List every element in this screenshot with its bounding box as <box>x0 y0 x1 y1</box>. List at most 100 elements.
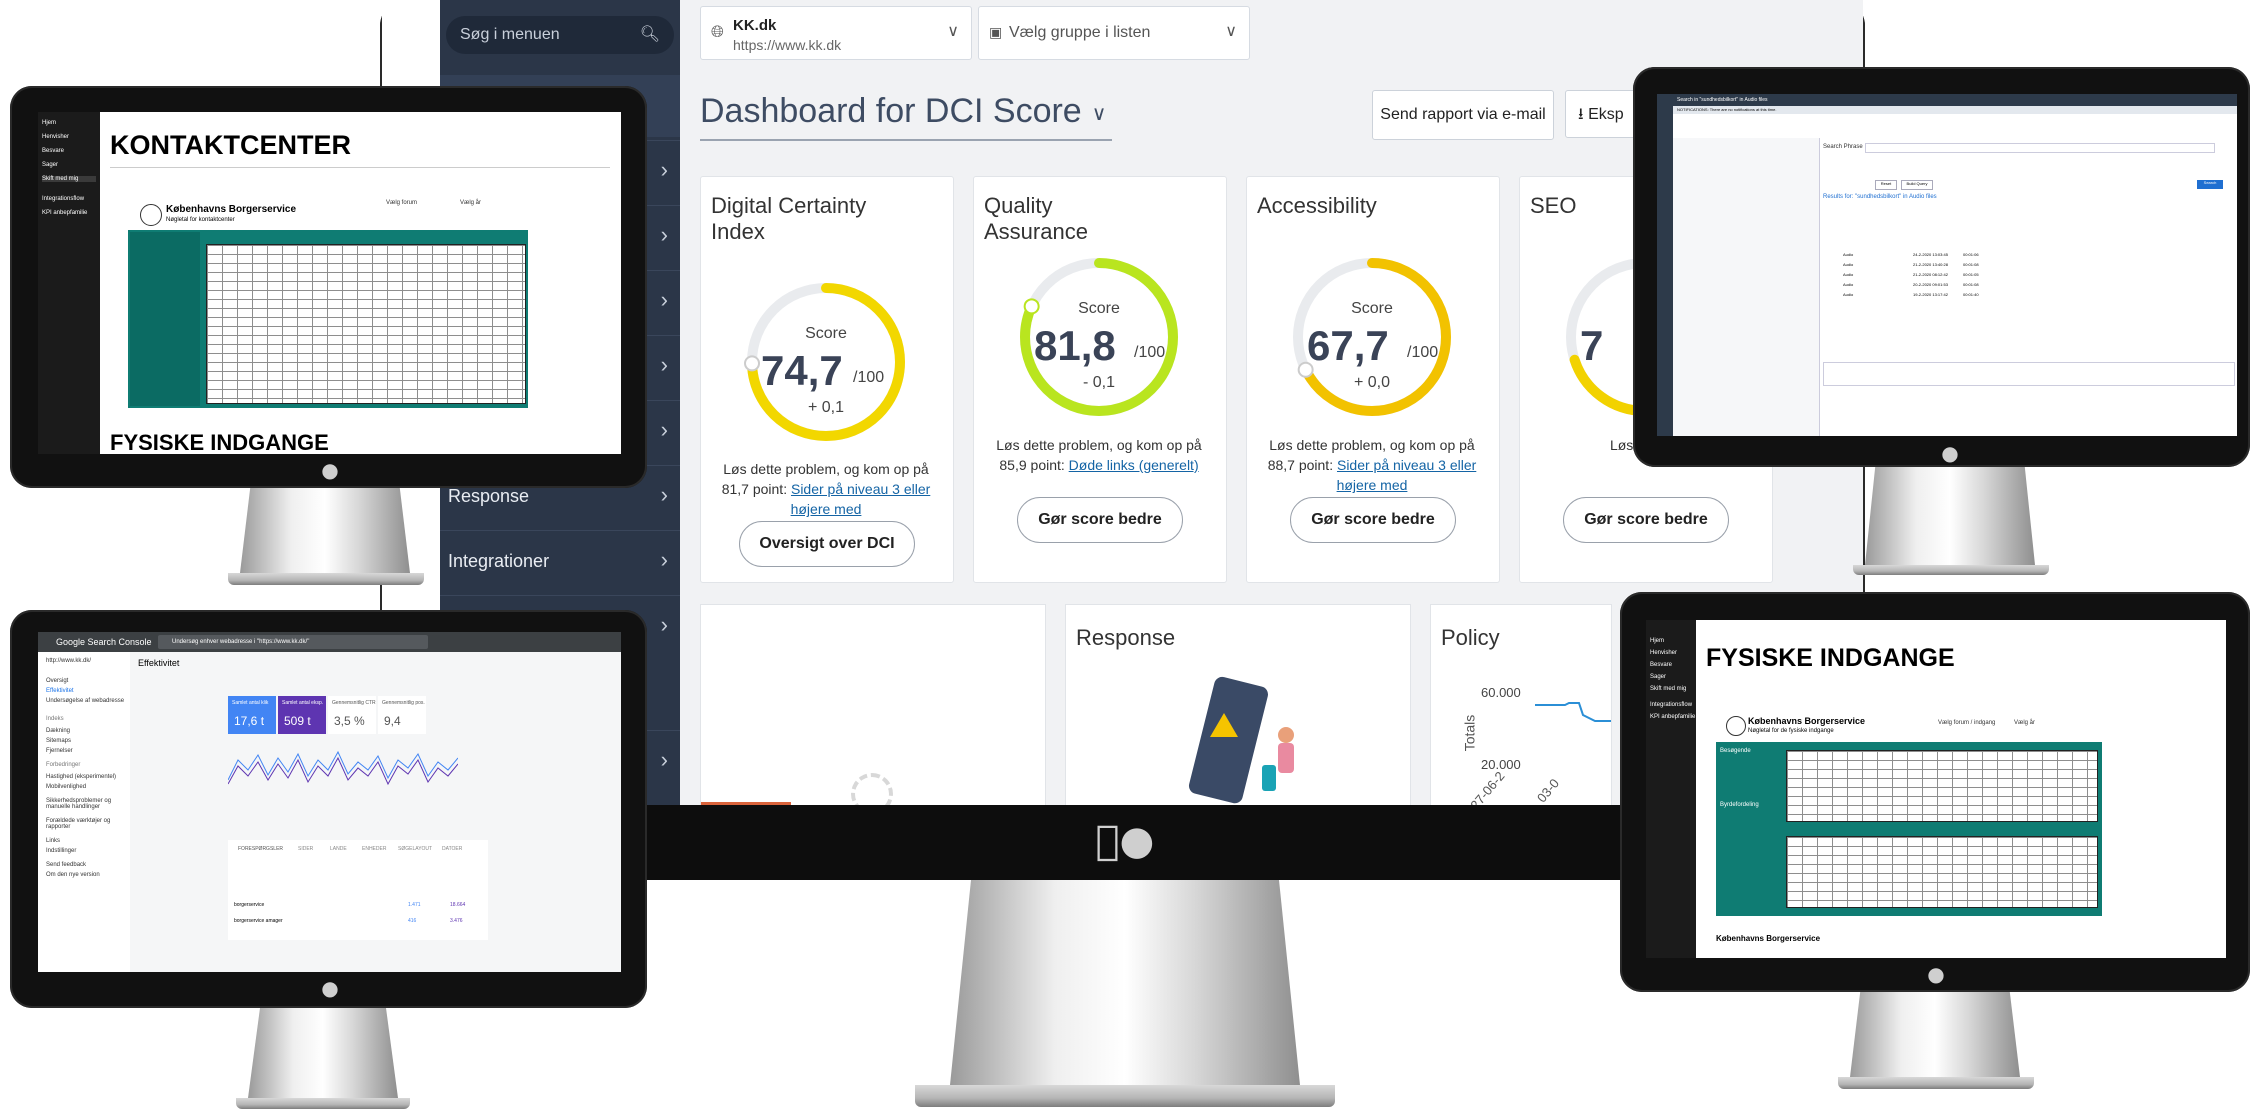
score-label: Score <box>1351 300 1393 317</box>
chevron-right-icon: › <box>660 547 668 572</box>
filter-year[interactable]: Vælg år <box>460 200 481 206</box>
nav-item-active[interactable]: Effektivitet <box>46 688 74 694</box>
apple-logo-icon: ● <box>1941 441 1959 465</box>
apple-logo-icon: ● <box>1096 818 1155 864</box>
menu-item[interactable]: Hjem <box>42 120 56 126</box>
send-report-email-button[interactable]: Send rapport via e-mail <box>1372 90 1554 140</box>
nav-item[interactable]: Hastighed (eksperimentel) <box>46 774 116 780</box>
kpi-value: 9,4 <box>384 714 401 728</box>
menu-item[interactable]: Sager <box>1650 674 1666 680</box>
nav-item[interactable]: Mobilvenlighed <box>46 784 86 790</box>
org-sub: Nøgletal for kontaktcenter <box>166 217 235 223</box>
menu-item[interactable]: Hjem <box>1650 638 1664 644</box>
quality-table <box>1786 836 2098 908</box>
score-max: /100 <box>853 369 885 386</box>
overview-dci-button[interactable]: Oversigt over DCI <box>739 521 915 567</box>
row-clicks: 416 <box>408 918 417 924</box>
nav-item[interactable]: Oversigt <box>46 678 68 684</box>
filter-forum[interactable]: Vælg forum / indgang <box>1938 720 1995 726</box>
sidebar-item-integrationer[interactable]: Integrationer › <box>440 530 680 595</box>
monitor-stand <box>240 488 410 573</box>
chevron-down-icon: ∨ <box>1225 23 1237 40</box>
menu-item[interactable]: Besvare <box>42 148 64 154</box>
queries-table: FORESPØRGSLER SIDER LANDE ENHEDER SØGELA… <box>228 840 488 940</box>
menu-item[interactable]: Henvisher <box>1650 650 1677 656</box>
page-title[interactable]: Dashboard for DCI Score ∨ <box>700 92 1113 141</box>
kpi-section: Byrdefordeling <box>1720 802 1759 808</box>
site-select[interactable]: 🌐︎ KK.dk https://www.kk.dk ∨ <box>700 6 972 60</box>
menu-item[interactable]: Integrationsflow <box>1650 702 1692 708</box>
menu-item[interactable]: Besvare <box>1650 662 1672 668</box>
filter-forum[interactable]: Vælg forum <box>386 200 417 206</box>
filter-year[interactable]: Vælg år <box>2014 720 2035 726</box>
card-title: Response <box>1076 625 1176 650</box>
fix-link[interactable]: Sider på niveau 3 eller højere med <box>1337 457 1477 493</box>
chevron-right-icon: › <box>660 482 668 507</box>
report-document: KONTAKTCENTER Københavns Borgerservice N… <box>100 112 621 454</box>
site-url: https://www.kk.dk <box>733 37 842 53</box>
gsc-main: Effektivitet Samlet antal klik 17,6 t Sam… <box>130 652 621 972</box>
tab-dates[interactable]: DATOER <box>442 846 462 852</box>
search-phrase-input[interactable] <box>1865 143 2215 153</box>
menu-item-active[interactable]: Skift med mig <box>42 176 96 182</box>
group-select[interactable]: ▣ Vælg gruppe i listen ∨ <box>978 6 1250 60</box>
build-query-button[interactable]: Build Query <box>1901 180 1933 190</box>
search-button[interactable]: Search <box>2197 180 2223 189</box>
improve-score-button[interactable]: Gør score bedre <box>1290 497 1456 543</box>
results-title: Results for: "sundhedsbilkort" in Audio … <box>1823 194 1937 200</box>
export-label: Eksp <box>1588 106 1624 123</box>
score-gauge: Score 74,7 /100 + 0,1 <box>741 277 911 447</box>
reset-button[interactable]: Reset <box>1875 180 1897 190</box>
kpi-label: Samlet antal klik <box>232 700 269 706</box>
card-policy: Policy Totals 60.000 20.000 27-06-2 03-0 <box>1430 604 1612 805</box>
kpi-impressions[interactable]: Samlet antal eksp. 509 t <box>278 696 326 734</box>
audio-search-screen: Search in "sundhedsbilkort" in Audio fil… <box>1657 94 2237 436</box>
report-menu: Hjem Henvisher Besvare Sager Skift med m… <box>1646 620 1696 958</box>
tab-queries[interactable]: FORESPØRGSLER <box>238 846 283 852</box>
menu-item[interactable]: Sager <box>42 162 58 168</box>
group-icon: ▣ <box>989 24 1003 40</box>
results-table: Audio 24-2-2020 13:03:45 00:01:06 Audio … <box>1823 252 2233 300</box>
nav-item[interactable]: Indstillinger <box>46 848 76 854</box>
improve-score-button[interactable]: Gør score bedre <box>1017 497 1183 543</box>
nav-item[interactable]: Fjernelser <box>46 748 73 754</box>
gsc-search-input[interactable]: Undersøg enhver webadresse i "https://ww… <box>158 635 428 649</box>
kpi-clicks[interactable]: Samlet antal klik 17,6 t <box>228 696 276 734</box>
audio-timeline[interactable] <box>1823 362 2235 386</box>
nav-item[interactable]: Sikkerhedsproblemer og manuelle handling… <box>46 798 126 810</box>
card-title: Policy <box>1441 625 1500 650</box>
result-type: Audio <box>1843 272 1854 277</box>
menu-item[interactable]: Integrationsflow <box>42 196 84 202</box>
tab-countries[interactable]: LANDE <box>330 846 347 852</box>
site-selector[interactable]: http://www.kk.dk/ <box>46 658 91 664</box>
nav-item[interactable]: Undersøgelse af webadresse <box>46 698 124 704</box>
tab-search-layout[interactable]: SØGELAYOUT <box>398 846 432 852</box>
menu-item[interactable]: Skift med mig <box>1650 686 1686 692</box>
nav-item[interactable]: Send feedback <box>46 862 86 868</box>
nav-item[interactable]: Links <box>46 838 60 844</box>
kpi-section: Besøgende <box>1720 748 1751 754</box>
kpi-ctr[interactable]: Gennemsnitlig CTR 3,5 % <box>328 696 376 734</box>
improve-score-button[interactable]: Gør score bedre <box>1563 497 1729 543</box>
nav-item[interactable]: Forældede værktøjer og rapporter <box>46 818 126 830</box>
nav-item[interactable]: Om den nye version <box>46 872 100 878</box>
kpi-table <box>206 244 526 404</box>
menu-item[interactable]: KPI anbepfamilie <box>42 210 87 216</box>
result-type: Audio <box>1843 292 1854 297</box>
menu-item[interactable]: Henvisher <box>42 134 69 140</box>
table-grid <box>207 245 525 403</box>
person-body <box>1278 743 1294 773</box>
nav-item[interactable]: Dækning <box>46 728 70 734</box>
search-icon[interactable]: 🔍︎ <box>640 16 660 54</box>
fix-link[interactable]: Sider på niveau 3 eller højere med <box>791 481 931 517</box>
card-response: Response <box>1065 604 1411 805</box>
nav-item[interactable]: Sitemaps <box>46 738 71 744</box>
tab-devices[interactable]: ENHEDER <box>362 846 386 852</box>
menu-item[interactable]: KPI anbepfamilie <box>1650 714 1695 720</box>
chevron-right-icon: › <box>660 612 668 637</box>
result-type: Audio <box>1843 252 1854 257</box>
menu-search-input[interactable]: Søg i menuen 🔍︎ <box>446 16 674 54</box>
fix-link[interactable]: Døde links (generelt) <box>1069 457 1199 473</box>
kpi-position[interactable]: Gennemsnitlig pos. 9,4 <box>378 696 426 734</box>
tab-pages[interactable]: SIDER <box>298 846 313 852</box>
